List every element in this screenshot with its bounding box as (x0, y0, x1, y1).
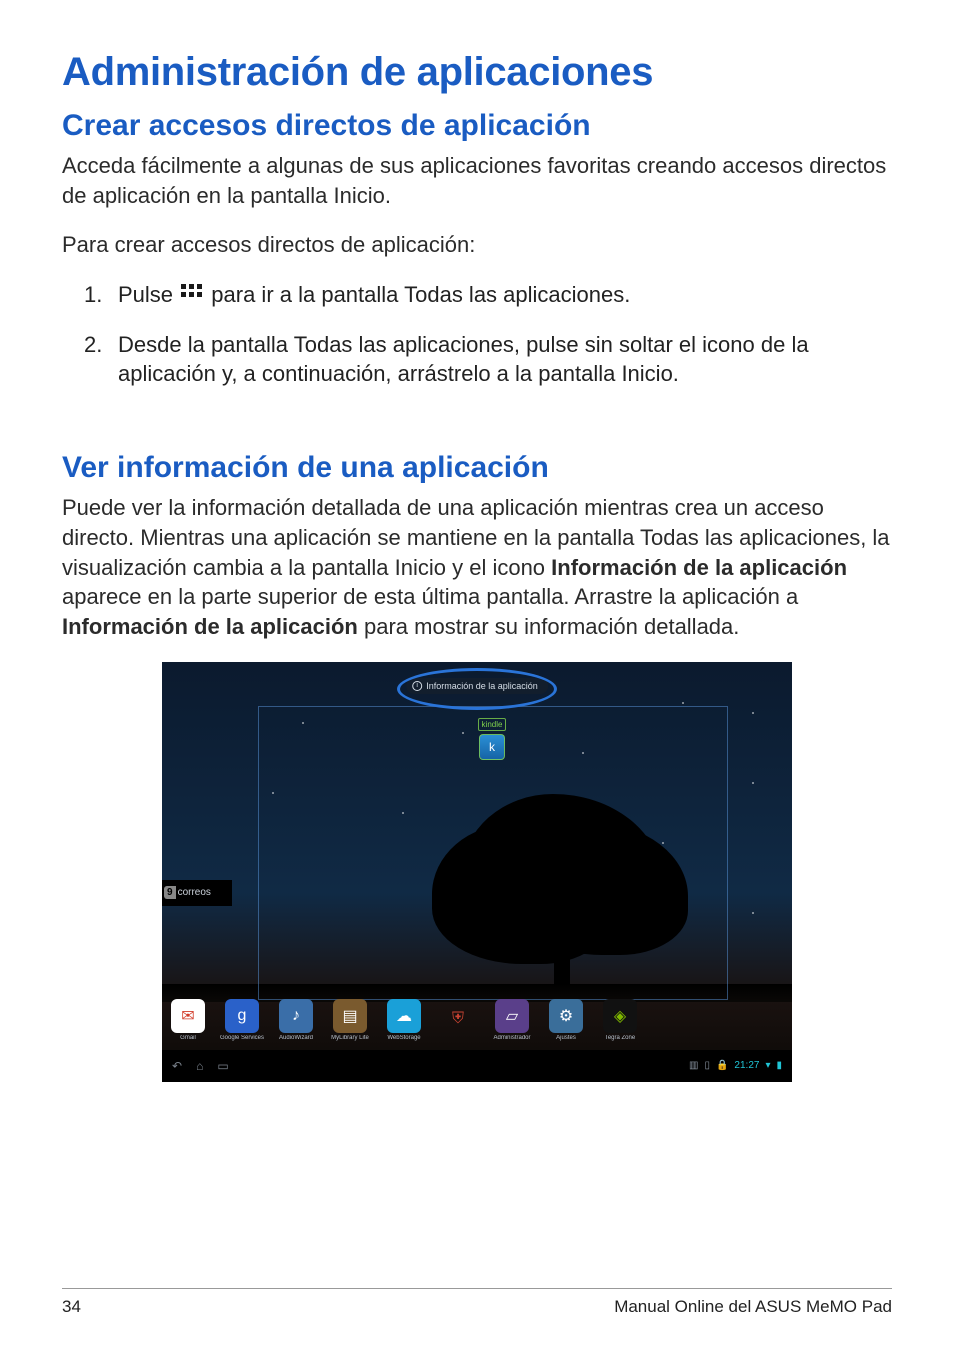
dock-app-icon: ♪ (279, 999, 313, 1033)
footer-title: Manual Online del ASUS MeMO Pad (614, 1297, 892, 1317)
dock-app-6[interactable]: ▱ Administrador (490, 999, 534, 1041)
dock-app-label: Gmail (166, 1035, 210, 1041)
battery-icon: ▮ (776, 1060, 782, 1071)
dock-app-icon: g (225, 999, 259, 1033)
bold-text: Información de la aplicación (62, 614, 358, 639)
dragged-app-label: kindle (478, 718, 507, 731)
dock-app-label: WebStorage (382, 1035, 426, 1041)
info-icon: i (412, 681, 422, 691)
dock-app-icon: ⛨ (441, 1002, 475, 1036)
clock: 21:27 (734, 1060, 759, 1071)
sd-icon: ▥ (689, 1060, 698, 1071)
dock-app-icon: ☁ (387, 999, 421, 1033)
dock-app-1[interactable]: g Google Services (220, 999, 264, 1041)
step-body: Desde la pantalla Todas las aplicaciones… (118, 330, 892, 389)
app-info-label: Información de la aplicación (426, 681, 538, 691)
dock-app-label: AudioWizard (274, 1035, 318, 1041)
dock-app-icon: ◈ (603, 999, 637, 1033)
usb-icon: ▯ (704, 1060, 710, 1071)
dock-app-label: Ajustes (544, 1035, 588, 1041)
step-number: 1. (84, 280, 118, 310)
heading-1: Administración de aplicaciones (62, 50, 892, 95)
back-icon[interactable]: ↶ (172, 1059, 182, 1073)
dock-app-5[interactable]: ⛨ (436, 1002, 480, 1038)
app-info-pill[interactable]: i Información de la aplicación (406, 678, 548, 694)
step-body: Pulse para ir a la pantalla Todas las ap… (118, 280, 892, 310)
dock: ✉ Gmail g Google Services ♪ AudioWizard ▤ MyLib… (162, 992, 792, 1048)
dock-app-0[interactable]: ✉ Gmail (166, 999, 210, 1041)
system-navbar: ↶ ⌂ ▭ ▥ ▯ 🔒 21:27 ▾ ▮ (162, 1050, 792, 1082)
step-text-after: para ir a la pantalla Todas las aplicaci… (211, 282, 630, 307)
mail-label: correos (178, 887, 211, 898)
screenshot-container: i Información de la aplicación kindle k … (62, 662, 892, 1082)
paragraph: Acceda fácilmente a algunas de sus aplic… (62, 151, 892, 210)
steps-list: 1. Pulse para ir a la pantalla Todas las… (62, 280, 892, 389)
dock-app-label: MyLibrary Lite (328, 1035, 372, 1041)
step-text-before: Pulse (118, 282, 179, 307)
heading-2-appinfo: Ver información de una aplicación (62, 451, 892, 485)
dock-app-label: Google Services (220, 1035, 264, 1041)
text: aparece en la parte superior de esta últ… (62, 584, 798, 609)
home-icon[interactable]: ⌂ (196, 1059, 203, 1073)
dock-app-2[interactable]: ♪ AudioWizard (274, 999, 318, 1041)
tablet-screenshot: i Información de la aplicación kindle k … (162, 662, 792, 1082)
page-number: 34 (62, 1297, 81, 1317)
all-apps-icon (181, 284, 203, 304)
paragraph: Para crear accesos directos de aplicació… (62, 230, 892, 260)
lock-icon: 🔒 (716, 1060, 728, 1071)
dock-app-8[interactable]: ◈ Tegra Zone (598, 999, 642, 1041)
nav-buttons: ↶ ⌂ ▭ (172, 1059, 229, 1073)
dragged-app[interactable]: kindle k (472, 714, 512, 760)
dock-app-4[interactable]: ☁ WebStorage (382, 999, 426, 1041)
step-number: 2. (84, 330, 118, 389)
dock-app-7[interactable]: ⚙ Ajustes (544, 999, 588, 1041)
step-2: 2. Desde la pantalla Todas las aplicacio… (84, 330, 892, 389)
dock-app-icon: ⚙ (549, 999, 583, 1033)
recent-icon[interactable]: ▭ (217, 1059, 228, 1073)
wifi-icon: ▾ (765, 1060, 770, 1071)
dock-app-icon: ✉ (171, 999, 205, 1033)
status-area[interactable]: ▥ ▯ 🔒 21:27 ▾ ▮ (689, 1060, 782, 1071)
mail-widget[interactable]: 9 correos (162, 880, 232, 906)
dock-app-label: Administrador (490, 1035, 534, 1041)
kindle-icon: k (479, 734, 505, 760)
dock-app-label: Tegra Zone (598, 1035, 642, 1041)
page-footer: 34 Manual Online del ASUS MeMO Pad (62, 1288, 892, 1317)
dock-app-icon: ▤ (333, 999, 367, 1033)
step-1: 1. Pulse para ir a la pantalla Todas las… (84, 280, 892, 310)
heading-2-shortcuts: Crear accesos directos de aplicación (62, 109, 892, 143)
dock-app-3[interactable]: ▤ MyLibrary Lite (328, 999, 372, 1041)
manual-page: Administración de aplicaciones Crear acc… (0, 0, 954, 1357)
mail-count-badge: 9 (164, 886, 176, 899)
bold-text: Información de la aplicación (551, 555, 847, 580)
text: para mostrar su información detallada. (364, 614, 739, 639)
paragraph: Puede ver la información detallada de un… (62, 493, 892, 641)
dock-app-icon: ▱ (495, 999, 529, 1033)
